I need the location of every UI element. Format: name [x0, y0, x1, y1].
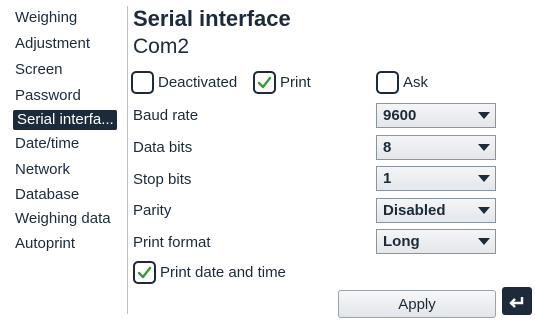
- apply-button[interactable]: Apply: [338, 290, 496, 318]
- sidebar-item-password[interactable]: Password: [15, 86, 81, 106]
- dropdown-arrow-icon: [473, 104, 495, 127]
- parity-select[interactable]: Disabled: [376, 198, 496, 223]
- dropdown-arrow-icon: [473, 230, 495, 253]
- dropdown-arrow-icon: [473, 167, 495, 190]
- sidebar-item-network[interactable]: Network: [15, 160, 70, 180]
- check-icon: [137, 266, 152, 278]
- ask-label: Ask: [403, 73, 429, 91]
- baud-rate-value: 9600: [383, 107, 417, 124]
- checkbox-box[interactable]: [133, 260, 156, 284]
- data-bits-select[interactable]: 8: [376, 135, 496, 160]
- checkbox-box[interactable]: [376, 70, 399, 94]
- deactivated-label: Deactivated: [158, 73, 238, 91]
- print-checkbox[interactable]: Print: [253, 70, 311, 94]
- page-subtitle: Com2: [133, 35, 190, 58]
- return-arrow-icon: [509, 297, 524, 308]
- stop-bits-select[interactable]: 1: [376, 166, 496, 191]
- sidebar: Weighing Adjustment Screen Password Seri…: [0, 0, 128, 320]
- print-label: Print: [280, 73, 311, 91]
- sidebar-item-autoprint[interactable]: Autoprint: [15, 234, 75, 254]
- parity-value: Disabled: [383, 202, 446, 219]
- print-format-value: Long: [383, 233, 420, 250]
- apply-label: Apply: [398, 295, 436, 313]
- deactivated-checkbox[interactable]: Deactivated: [131, 70, 237, 94]
- stop-bits-label: Stop bits: [133, 171, 192, 188]
- print-date-time-label: Print date and time: [160, 263, 286, 281]
- print-date-time-checkbox[interactable]: Print date and time: [133, 260, 286, 284]
- dropdown-arrow-icon: [473, 136, 495, 159]
- ask-checkbox[interactable]: Ask: [376, 70, 428, 94]
- dropdown-arrow-icon: [473, 199, 495, 222]
- sidebar-item-weighing-data[interactable]: Weighing data: [15, 209, 111, 229]
- baud-rate-select[interactable]: 9600: [376, 103, 496, 128]
- data-bits-label: Data bits: [133, 139, 193, 156]
- print-format-label: Print format: [133, 234, 211, 251]
- check-icon: [257, 76, 272, 88]
- checkbox-box[interactable]: [253, 70, 276, 94]
- sidebar-item-adjustment[interactable]: Adjustment: [15, 34, 90, 54]
- sidebar-divider: [127, 6, 128, 314]
- baud-rate-label: Baud rate: [133, 107, 199, 124]
- sidebar-item-serial-interface[interactable]: Serial interfa...: [13, 110, 117, 130]
- sidebar-item-database[interactable]: Database: [15, 185, 79, 205]
- data-bits-value: 8: [383, 139, 392, 156]
- print-format-select[interactable]: Long: [376, 229, 496, 254]
- back-button[interactable]: [502, 287, 532, 315]
- sidebar-item-weighing[interactable]: Weighing: [15, 8, 77, 28]
- checkbox-box[interactable]: [131, 70, 154, 94]
- sidebar-item-date-time[interactable]: Date/time: [15, 134, 79, 154]
- sidebar-item-screen[interactable]: Screen: [15, 60, 63, 80]
- parity-label: Parity: [133, 202, 172, 219]
- stop-bits-value: 1: [383, 170, 392, 187]
- page-title: Serial interface: [133, 6, 291, 31]
